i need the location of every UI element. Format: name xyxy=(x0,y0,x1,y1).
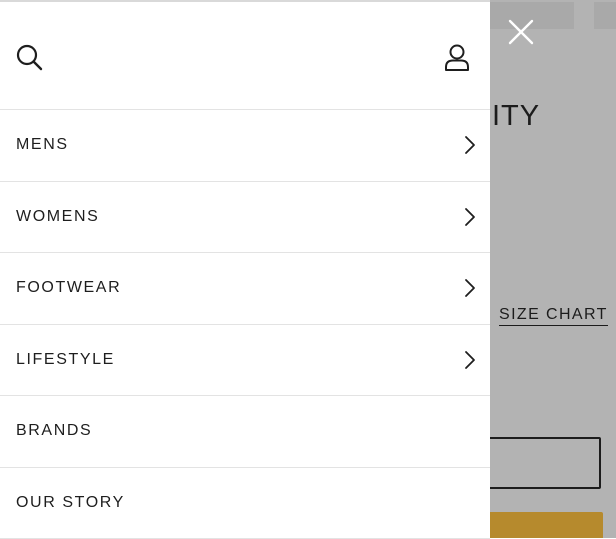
drawer-header xyxy=(0,2,490,110)
user-icon xyxy=(442,42,472,72)
size-chart-link: SIZE CHART xyxy=(499,306,608,326)
close-icon xyxy=(505,16,537,48)
search-icon xyxy=(14,42,44,72)
chevron-right-icon xyxy=(464,350,476,370)
drawer-menu: MENS WOMENS FOOTWEAR LIFESTYLE BRANDS xyxy=(0,110,490,539)
menu-item-lifestyle[interactable]: LIFESTYLE xyxy=(0,325,490,397)
menu-item-brands[interactable]: BRANDS xyxy=(0,396,490,468)
menu-item-label: BRANDS xyxy=(16,422,92,440)
menu-item-mens[interactable]: MENS xyxy=(0,110,490,182)
menu-item-label: OUR STORY xyxy=(16,494,125,512)
background-header-bar xyxy=(594,2,616,29)
chevron-right-icon xyxy=(464,207,476,227)
navigation-drawer: MENS WOMENS FOOTWEAR LIFESTYLE BRANDS xyxy=(0,0,490,538)
close-menu-button[interactable] xyxy=(505,16,537,48)
search-button[interactable] xyxy=(14,42,44,72)
menu-item-label: MENS xyxy=(16,136,69,154)
menu-item-label: LIFESTYLE xyxy=(16,351,115,369)
menu-item-label: FOOTWEAR xyxy=(16,279,121,297)
menu-item-label: WOMENS xyxy=(16,208,99,226)
chevron-right-icon xyxy=(464,278,476,298)
account-button[interactable] xyxy=(442,42,472,72)
chevron-right-icon xyxy=(464,135,476,155)
menu-item-footwear[interactable]: FOOTWEAR xyxy=(0,253,490,325)
menu-item-our-story[interactable]: OUR STORY xyxy=(0,468,490,539)
menu-item-womens[interactable]: WOMENS xyxy=(0,182,490,254)
